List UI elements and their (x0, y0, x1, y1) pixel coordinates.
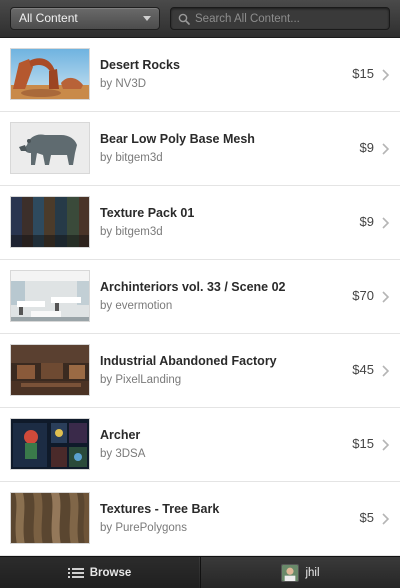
item-author: by evermotion (100, 300, 173, 312)
item-title: Desert Rocks (100, 58, 180, 72)
search-icon (178, 13, 190, 25)
list-icon (67, 568, 84, 578)
chevron-right-icon (382, 69, 390, 81)
search-input[interactable] (195, 10, 385, 28)
item-author: by 3DSA (100, 448, 146, 460)
desert-rocks-image (10, 48, 90, 100)
chevron-down-icon (143, 16, 151, 21)
chevron-right-icon (382, 291, 390, 303)
chevron-right-icon (382, 513, 390, 525)
item-title: Texture Pack 01 (100, 206, 195, 220)
chevron-right-icon (382, 143, 390, 155)
bottom-tab-bar: Browse jhil (0, 556, 400, 588)
chevron-right-icon (382, 217, 390, 229)
texture-pack-image (10, 196, 90, 248)
item-author: by bitgem3d (100, 152, 163, 164)
list-item-texture-pack[interactable]: Texture Pack 01 by bitgem3d $9 (0, 186, 400, 260)
item-title: Industrial Abandoned Factory (100, 354, 277, 368)
tab-user-profile[interactable]: jhil (200, 557, 400, 588)
tree-bark-image (10, 492, 90, 544)
item-price: $70 (352, 288, 374, 303)
item-title: Archer (100, 428, 141, 442)
item-author: by bitgem3d (100, 226, 163, 238)
item-price: $45 (352, 362, 374, 377)
chevron-right-icon (382, 365, 390, 377)
list-item-tree-bark[interactable]: Textures - Tree Bark by PurePolygons $5 (0, 482, 400, 556)
tab-browse-label: Browse (89, 567, 132, 579)
item-author: by PixelLanding (100, 374, 182, 386)
bear-mesh-image (10, 122, 90, 174)
content-list: Desert Rocks by NV3D $15 Bear Low Poly B… (0, 38, 400, 556)
item-title: Bear Low Poly Base Mesh (100, 132, 255, 146)
top-toolbar: All Content (0, 0, 400, 38)
item-price: $15 (352, 66, 374, 81)
item-author: by PurePolygons (100, 522, 187, 534)
tab-user-label: jhil (305, 567, 320, 579)
content-filter-value: All Content (19, 11, 78, 25)
chevron-right-icon (382, 439, 390, 451)
archer-character-image (10, 418, 90, 470)
list-item-factory[interactable]: Industrial Abandoned Factory by PixelLan… (0, 334, 400, 408)
tab-browse[interactable]: Browse (0, 557, 199, 588)
list-item-archinteriors[interactable]: Archinteriors vol. 33 / Scene 02 by ever… (0, 260, 400, 334)
item-price: $9 (359, 214, 374, 229)
item-price: $9 (359, 140, 374, 155)
factory-image (10, 344, 90, 396)
list-item-desert-rocks[interactable]: Desert Rocks by NV3D $15 (0, 38, 400, 112)
search-box[interactable] (170, 7, 390, 30)
avatar (281, 564, 300, 582)
list-item-bear-mesh[interactable]: Bear Low Poly Base Mesh by bitgem3d $9 (0, 112, 400, 186)
item-title: Archinteriors vol. 33 / Scene 02 (100, 280, 286, 294)
item-price: $5 (359, 510, 374, 525)
list-item-archer[interactable]: Archer by 3DSA $15 (0, 408, 400, 482)
item-author: by NV3D (100, 78, 147, 90)
item-price: $15 (352, 436, 374, 451)
content-filter-dropdown[interactable]: All Content (10, 7, 160, 30)
item-title: Textures - Tree Bark (100, 502, 220, 516)
office-interior-image (10, 270, 90, 322)
